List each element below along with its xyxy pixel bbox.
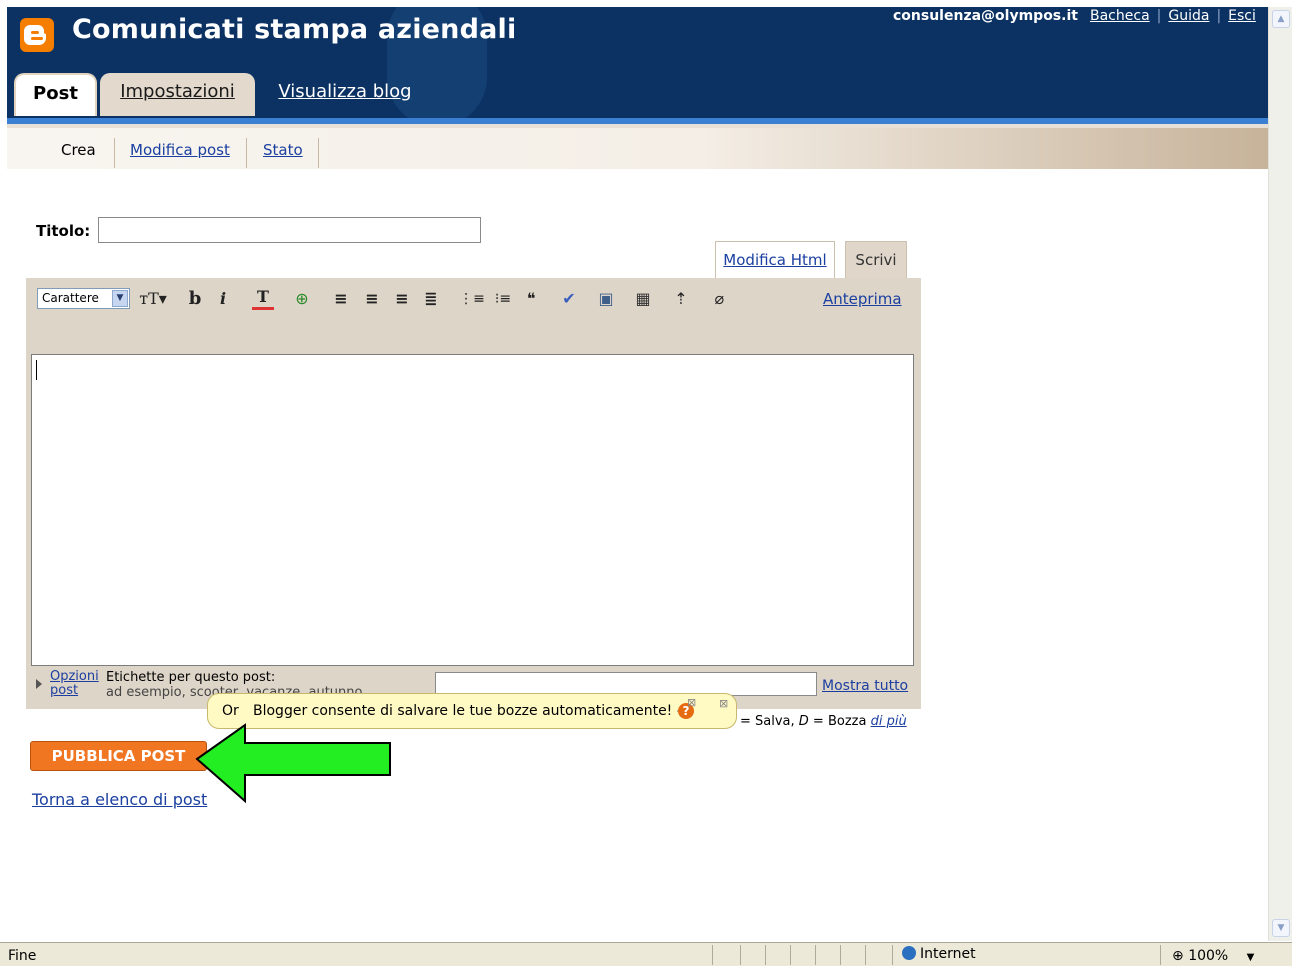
tab-view-blog-label[interactable]: Visualizza blog <box>278 81 411 102</box>
image-icon[interactable]: ▣ <box>595 287 617 311</box>
user-email: consulenza@olympos.it <box>893 8 1078 24</box>
more-info-link[interactable]: di più <box>871 714 907 729</box>
tab-post[interactable]: Post <box>14 73 97 116</box>
scroll-up-icon[interactable]: ▲ <box>1272 10 1290 28</box>
close-icon[interactable]: ⊠ <box>719 698 728 710</box>
title-label: Titolo: <box>36 222 91 240</box>
status-divider <box>815 945 816 965</box>
subnav-item-edit-posts[interactable]: Modifica post <box>130 141 230 159</box>
close-icon[interactable]: ⊠ <box>687 697 696 709</box>
blog-title: Comunicati stampa aziendali <box>72 14 517 45</box>
subnav: Crea Modifica post Stato <box>7 124 1268 169</box>
subnav-separator <box>114 138 115 168</box>
dashboard-link[interactable]: Bacheca <box>1090 8 1150 24</box>
numbered-list-icon[interactable]: ⋮≡ <box>459 287 485 311</box>
shortcut-draft-key: D <box>798 714 809 729</box>
bold-icon[interactable]: b <box>185 287 205 311</box>
expand-triangle-icon[interactable] <box>36 679 42 689</box>
subnav-separator <box>318 138 319 168</box>
security-zone: Internet <box>902 946 976 962</box>
font-select[interactable]: Carattere ▼ <box>37 288 130 309</box>
font-select-value: Carattere <box>42 291 99 305</box>
subnav-item-create[interactable]: Crea <box>61 141 96 159</box>
link-separator: | <box>1216 8 1222 24</box>
chevron-down-icon[interactable]: ▼ <box>112 290 128 307</box>
font-size-icon[interactable]: тT▾ <box>137 287 169 311</box>
zoom-level[interactable]: ⊕ 100% ▼ <box>1172 948 1254 964</box>
account-links: Bacheca | Guida | Esci <box>1090 8 1256 24</box>
chevron-down-icon[interactable]: ▼ <box>1247 952 1255 963</box>
align-left-icon[interactable]: ≡ <box>331 287 351 311</box>
tab-post-label: Post <box>33 83 78 104</box>
green-arrow-icon <box>195 723 391 804</box>
zone-label: Internet <box>920 946 976 962</box>
align-justify-icon[interactable]: ≣ <box>421 287 441 311</box>
text-caret <box>36 360 37 380</box>
video-icon[interactable]: ▦ <box>632 287 654 311</box>
tab-view-blog[interactable]: Visualizza blog <box>270 73 420 116</box>
tab-settings[interactable]: Impostazioni <box>100 73 255 116</box>
spellcheck-icon[interactable]: ✔ <box>558 287 580 311</box>
italic-icon[interactable]: i <box>215 287 231 311</box>
jump-break-icon[interactable]: ⇡ <box>670 287 692 311</box>
status-divider <box>740 945 741 965</box>
shortcut-draft-text: = Bozza <box>808 714 871 729</box>
blockquote-icon[interactable]: ❝ <box>520 287 542 311</box>
post-options-toggle[interactable]: Opzioni post <box>36 670 110 698</box>
align-center-icon[interactable]: ≡ <box>362 287 382 311</box>
status-text: Fine <box>8 948 37 964</box>
remove-format-icon[interactable]: ⌀ <box>708 287 730 311</box>
show-all-labels-link[interactable]: Mostra tutto <box>822 678 908 694</box>
browser-status-bar: Fine Internet ⊕ 100% ▼ <box>0 942 1292 966</box>
status-divider <box>790 945 791 965</box>
help-link[interactable]: Guida <box>1168 8 1209 24</box>
subnav-separator <box>246 138 247 168</box>
tab-edit-html[interactable]: Modifica Html <box>715 241 835 278</box>
align-right-icon[interactable]: ≡ <box>392 287 412 311</box>
scroll-down-icon[interactable]: ▼ <box>1272 919 1290 937</box>
status-divider <box>892 945 893 965</box>
zoom-value: 100% <box>1188 948 1229 964</box>
subnav-item-status[interactable]: Stato <box>263 141 303 159</box>
shortcut-save-text: = Salva, <box>740 714 799 729</box>
labels-title: Etichette per questo post: <box>106 670 276 685</box>
status-divider <box>1160 945 1161 965</box>
link-icon[interactable]: ⊕ <box>291 287 313 311</box>
post-options-link[interactable]: Opzioni post <box>50 670 110 698</box>
status-divider <box>840 945 841 965</box>
back-to-posts-link[interactable]: Torna a elenco di post <box>32 790 207 809</box>
logout-link[interactable]: Esci <box>1228 8 1256 24</box>
tab-settings-label[interactable]: Impostazioni <box>120 81 235 102</box>
globe-icon <box>902 946 916 960</box>
title-input[interactable] <box>98 217 481 243</box>
bulleted-list-icon[interactable]: ⁝≡ <box>490 287 516 311</box>
preview-link[interactable]: Anteprima <box>823 290 902 308</box>
tab-compose-label: Scrivi <box>855 251 897 269</box>
text-color-icon[interactable]: T <box>252 287 274 310</box>
status-divider <box>765 945 766 965</box>
keyboard-shortcuts-hint: = Salva, D = Bozza di più <box>740 714 907 729</box>
link-separator: | <box>1156 8 1162 24</box>
publish-post-button[interactable]: PUBBLICA POST <box>30 741 207 771</box>
zoom-icon: ⊕ <box>1172 948 1184 964</box>
status-divider <box>865 945 866 965</box>
tab-compose[interactable]: Scrivi <box>845 241 907 278</box>
tab-edit-html-label[interactable]: Modifica Html <box>723 251 826 269</box>
post-body-editor[interactable] <box>31 354 914 666</box>
vertical-scrollbar[interactable]: ▲ ▼ <box>1268 7 1292 941</box>
blogger-logo-icon[interactable] <box>20 18 54 52</box>
status-divider <box>712 945 713 965</box>
